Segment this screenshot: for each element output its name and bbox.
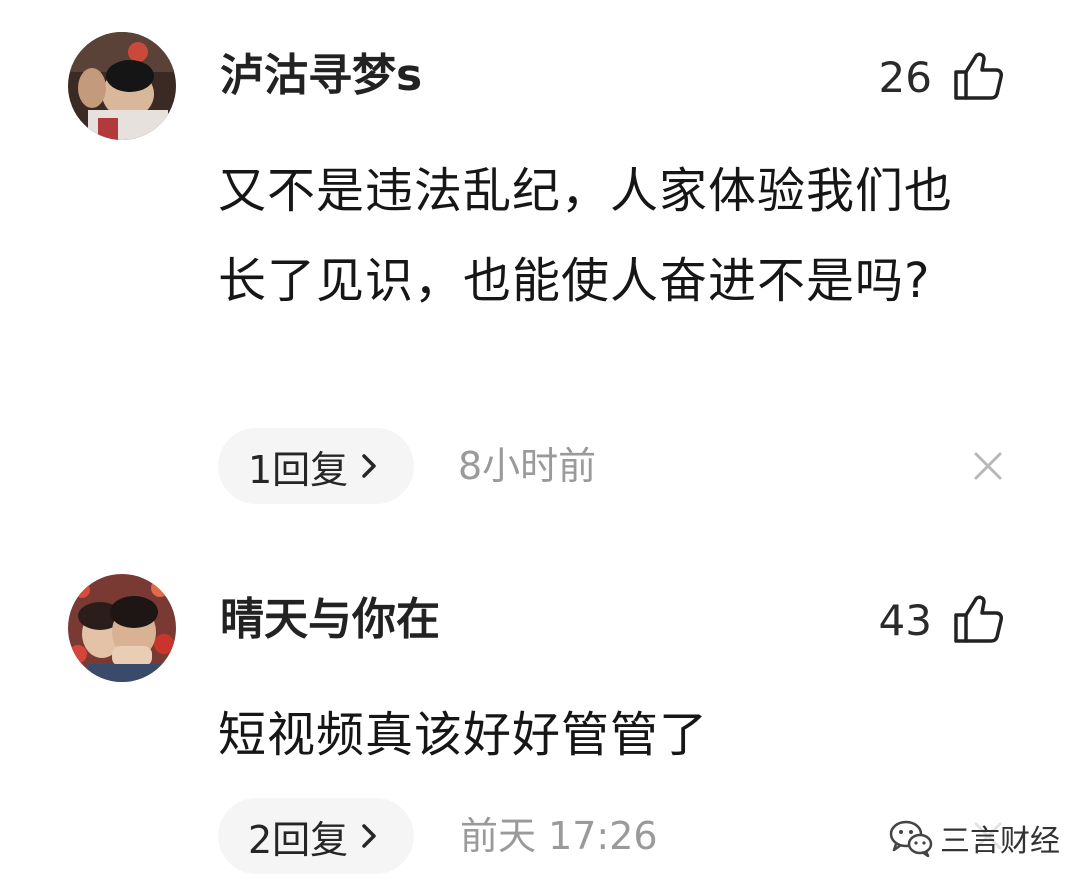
close-icon[interactable]	[972, 450, 1004, 482]
avatar[interactable]	[68, 32, 176, 140]
replies-button[interactable]: 2回复	[218, 798, 414, 874]
chevron-right-icon	[362, 824, 376, 848]
avatar-image	[68, 574, 176, 682]
like-count: 43	[878, 596, 932, 645]
timestamp: 8小时前	[458, 444, 597, 488]
like-count: 26	[878, 53, 932, 102]
chevron-right-icon	[362, 454, 376, 478]
watermark-text: 三言财经	[940, 824, 1060, 859]
comment-text: 短视频真该好好管管了	[218, 707, 709, 763]
timestamp: 前天 17:26	[460, 814, 658, 858]
username[interactable]: 泸沽寻梦s	[220, 48, 422, 104]
replies-label: 2回复	[248, 817, 349, 862]
thumbs-up-icon[interactable]	[950, 591, 1006, 647]
comment-text: 又不是违法乱纪，人家体验我们也长了见识，也能使人奋进不是吗?	[218, 163, 954, 309]
wechat-icon	[889, 820, 933, 858]
replies-button[interactable]: 1回复	[218, 428, 414, 504]
avatar-image	[68, 32, 176, 140]
username[interactable]: 晴天与你在	[220, 592, 440, 648]
thumbs-up-icon[interactable]	[950, 48, 1006, 104]
replies-label: 1回复	[248, 447, 349, 492]
watermark: 三言财经	[888, 816, 1060, 860]
avatar[interactable]	[68, 574, 176, 682]
comment-item: 泸沽寻梦s 26 又不是违法乱纪，人家体验我们也长了见识，也能使人奋进不是吗? …	[0, 0, 1080, 520]
